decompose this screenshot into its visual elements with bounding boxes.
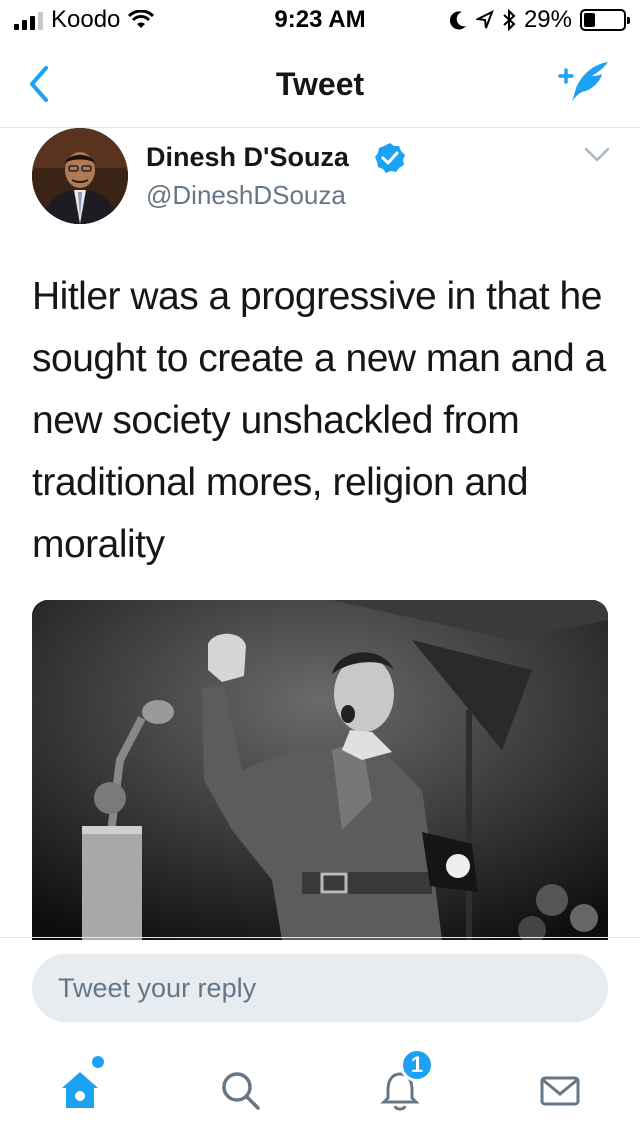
reply-input[interactable]: Tweet your reply xyxy=(32,954,608,1022)
reply-placeholder: Tweet your reply xyxy=(58,972,257,1003)
status-bar: Koodo 9:23 AM 29% xyxy=(0,0,640,40)
battery-percent: 29% xyxy=(523,6,572,33)
tweet-media-photo[interactable] xyxy=(32,600,608,940)
compose-tweet-icon xyxy=(558,62,608,102)
location-icon xyxy=(475,10,494,29)
author-handle[interactable]: @DineshDSouza xyxy=(146,180,346,211)
battery-icon xyxy=(580,9,630,31)
page-title: Tweet xyxy=(275,66,365,102)
tab-search[interactable] xyxy=(210,1060,270,1120)
compose-button[interactable] xyxy=(554,58,614,110)
avatar[interactable] xyxy=(32,128,128,224)
bluetooth-icon xyxy=(503,9,516,31)
tab-home[interactable] xyxy=(50,1056,110,1120)
author-name[interactable]: Dinesh D'Souza xyxy=(146,142,349,173)
home-icon xyxy=(62,1072,98,1108)
notification-badge: 1 xyxy=(400,1048,434,1082)
photo-image xyxy=(32,600,608,940)
moon-icon xyxy=(449,11,466,30)
verified-badge-icon xyxy=(375,143,405,173)
screen: Koodo 9:23 AM 29% Tweet Dinesh D'Souza @… xyxy=(0,0,640,1136)
tweet-header: Dinesh D'Souza @DineshDSouza xyxy=(0,128,640,238)
tweet-text: Hitler was a progressive in that he soug… xyxy=(32,275,606,566)
search-icon xyxy=(222,1072,260,1110)
battery-level xyxy=(584,13,596,27)
divider xyxy=(0,937,640,938)
home-unread-dot xyxy=(92,1056,104,1068)
avatar-image xyxy=(32,128,128,224)
chevron-down-icon[interactable] xyxy=(584,146,610,164)
tab-messages[interactable] xyxy=(530,1060,590,1120)
envelope-icon xyxy=(540,1076,580,1106)
status-right: 29% xyxy=(449,6,630,34)
nav-bar: Tweet xyxy=(0,40,640,128)
tab-notifications[interactable]: 1 xyxy=(370,1048,434,1120)
tab-bar: 1 xyxy=(0,1040,640,1136)
